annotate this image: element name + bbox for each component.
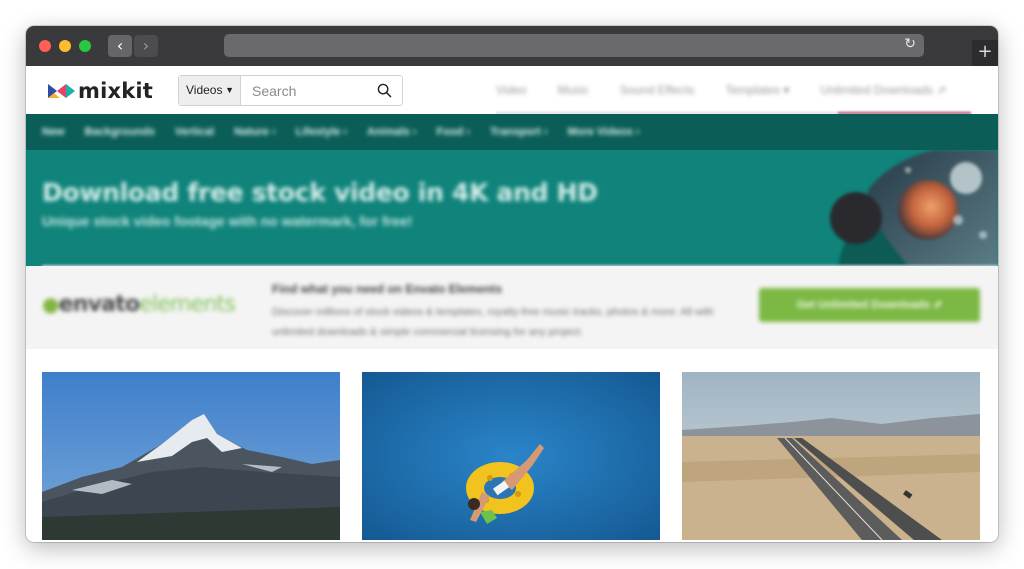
category-backgrounds[interactable]: Backgrounds bbox=[85, 126, 155, 138]
hero-banner: Download free stock video in 4K and HD U… bbox=[26, 150, 998, 266]
mixkit-logo-icon bbox=[48, 84, 75, 98]
search-icon[interactable] bbox=[377, 83, 392, 98]
plus-icon: + bbox=[977, 41, 993, 62]
category-vertical[interactable]: Vertical bbox=[175, 126, 214, 138]
envato-heading: Find what you need on Envato Elements bbox=[272, 282, 503, 296]
top-navigation: Video Music Sound Effects Templates ▾ Un… bbox=[496, 66, 978, 114]
nav-unlimited-downloads[interactable]: Unlimited Downloads ⇗ bbox=[820, 83, 946, 97]
category-nature[interactable]: Nature › bbox=[234, 126, 276, 138]
category-food[interactable]: Food › bbox=[437, 126, 471, 138]
envato-text: Find what you need on Envato Elements Di… bbox=[272, 282, 742, 342]
envato-description: Discover millions of stock videos & temp… bbox=[272, 306, 714, 338]
reload-icon[interactable]: ↻ bbox=[904, 36, 916, 52]
get-unlimited-downloads-button[interactable]: Get Unlimited Downloads ⇗ bbox=[759, 288, 980, 322]
search-box: Videos ▼ bbox=[178, 75, 403, 106]
envato-banner-content: ●envatoelements Find what you need on En… bbox=[26, 266, 998, 349]
screen: ‹ › ↻ + mixkit Videos ▼ Search Video Mus… bbox=[0, 0, 1024, 569]
hero-text: Download free stock video in 4K and HD U… bbox=[42, 178, 598, 229]
logo-text: mixkit bbox=[78, 79, 154, 103]
new-tab-button[interactable]: + bbox=[972, 40, 998, 66]
envato-logo-part1: envato bbox=[58, 292, 140, 317]
hero-subtitle: Unique stock video footage with no water… bbox=[42, 213, 413, 229]
mountain-thumbnail-image bbox=[42, 372, 340, 540]
video-thumbnail-pool[interactable] bbox=[362, 372, 660, 540]
video-grid bbox=[42, 372, 982, 542]
close-window-button[interactable] bbox=[39, 40, 51, 52]
category-animals[interactable]: Animals › bbox=[367, 126, 417, 138]
category-lifestyle[interactable]: Lifestyle › bbox=[296, 126, 347, 138]
category-transport[interactable]: Transport › bbox=[490, 126, 547, 138]
chevron-right-icon: › bbox=[142, 36, 150, 55]
nav-music[interactable]: Music bbox=[557, 83, 588, 97]
search-input[interactable] bbox=[241, 76, 371, 105]
hero-title: Download free stock video in 4K and HD bbox=[42, 178, 598, 207]
mixkit-logo[interactable]: mixkit bbox=[48, 79, 153, 103]
caret-down-icon: ▼ bbox=[225, 85, 234, 95]
leaf-icon: ● bbox=[42, 292, 59, 316]
chevron-left-icon: ‹ bbox=[116, 36, 124, 55]
category-new[interactable]: New bbox=[42, 126, 65, 138]
nav-sound-effects[interactable]: Sound Effects bbox=[620, 83, 695, 97]
nav-video[interactable]: Video bbox=[496, 83, 526, 97]
forward-button[interactable]: › bbox=[134, 35, 158, 57]
category-list: New Backgrounds Vertical Nature › Lifest… bbox=[42, 114, 660, 150]
browser-titlebar: ‹ › ↻ + bbox=[26, 26, 998, 66]
back-button[interactable]: ‹ bbox=[108, 35, 132, 57]
site-header: mixkit Videos ▼ Video Music Sound Effect… bbox=[26, 66, 998, 114]
nav-templates[interactable]: Templates ▾ bbox=[725, 83, 789, 97]
category-bar: New Backgrounds Vertical Nature › Lifest… bbox=[26, 114, 998, 150]
minimize-window-button[interactable] bbox=[59, 40, 71, 52]
video-thumbnail-mountain[interactable] bbox=[42, 372, 340, 540]
envato-banner: ●envatoelements Find what you need on En… bbox=[26, 266, 998, 349]
envato-logo-part2: elements bbox=[139, 292, 236, 317]
desert-thumbnail-image bbox=[682, 372, 980, 540]
search-category-select[interactable]: Videos ▼ bbox=[179, 76, 241, 105]
category-more-videos[interactable]: More Videos › bbox=[568, 126, 640, 138]
maximize-window-button[interactable] bbox=[79, 40, 91, 52]
envato-elements-logo[interactable]: ●envatoelements bbox=[42, 292, 236, 317]
browser-window: ‹ › ↻ + mixkit Videos ▼ Search Video Mus… bbox=[26, 26, 998, 542]
pool-thumbnail-image bbox=[362, 372, 660, 540]
search-category-label: Videos bbox=[186, 83, 223, 97]
video-thumbnail-desert-highway[interactable] bbox=[682, 372, 980, 540]
hero-illustration bbox=[830, 150, 998, 266]
address-bar[interactable]: ↻ bbox=[224, 34, 924, 57]
